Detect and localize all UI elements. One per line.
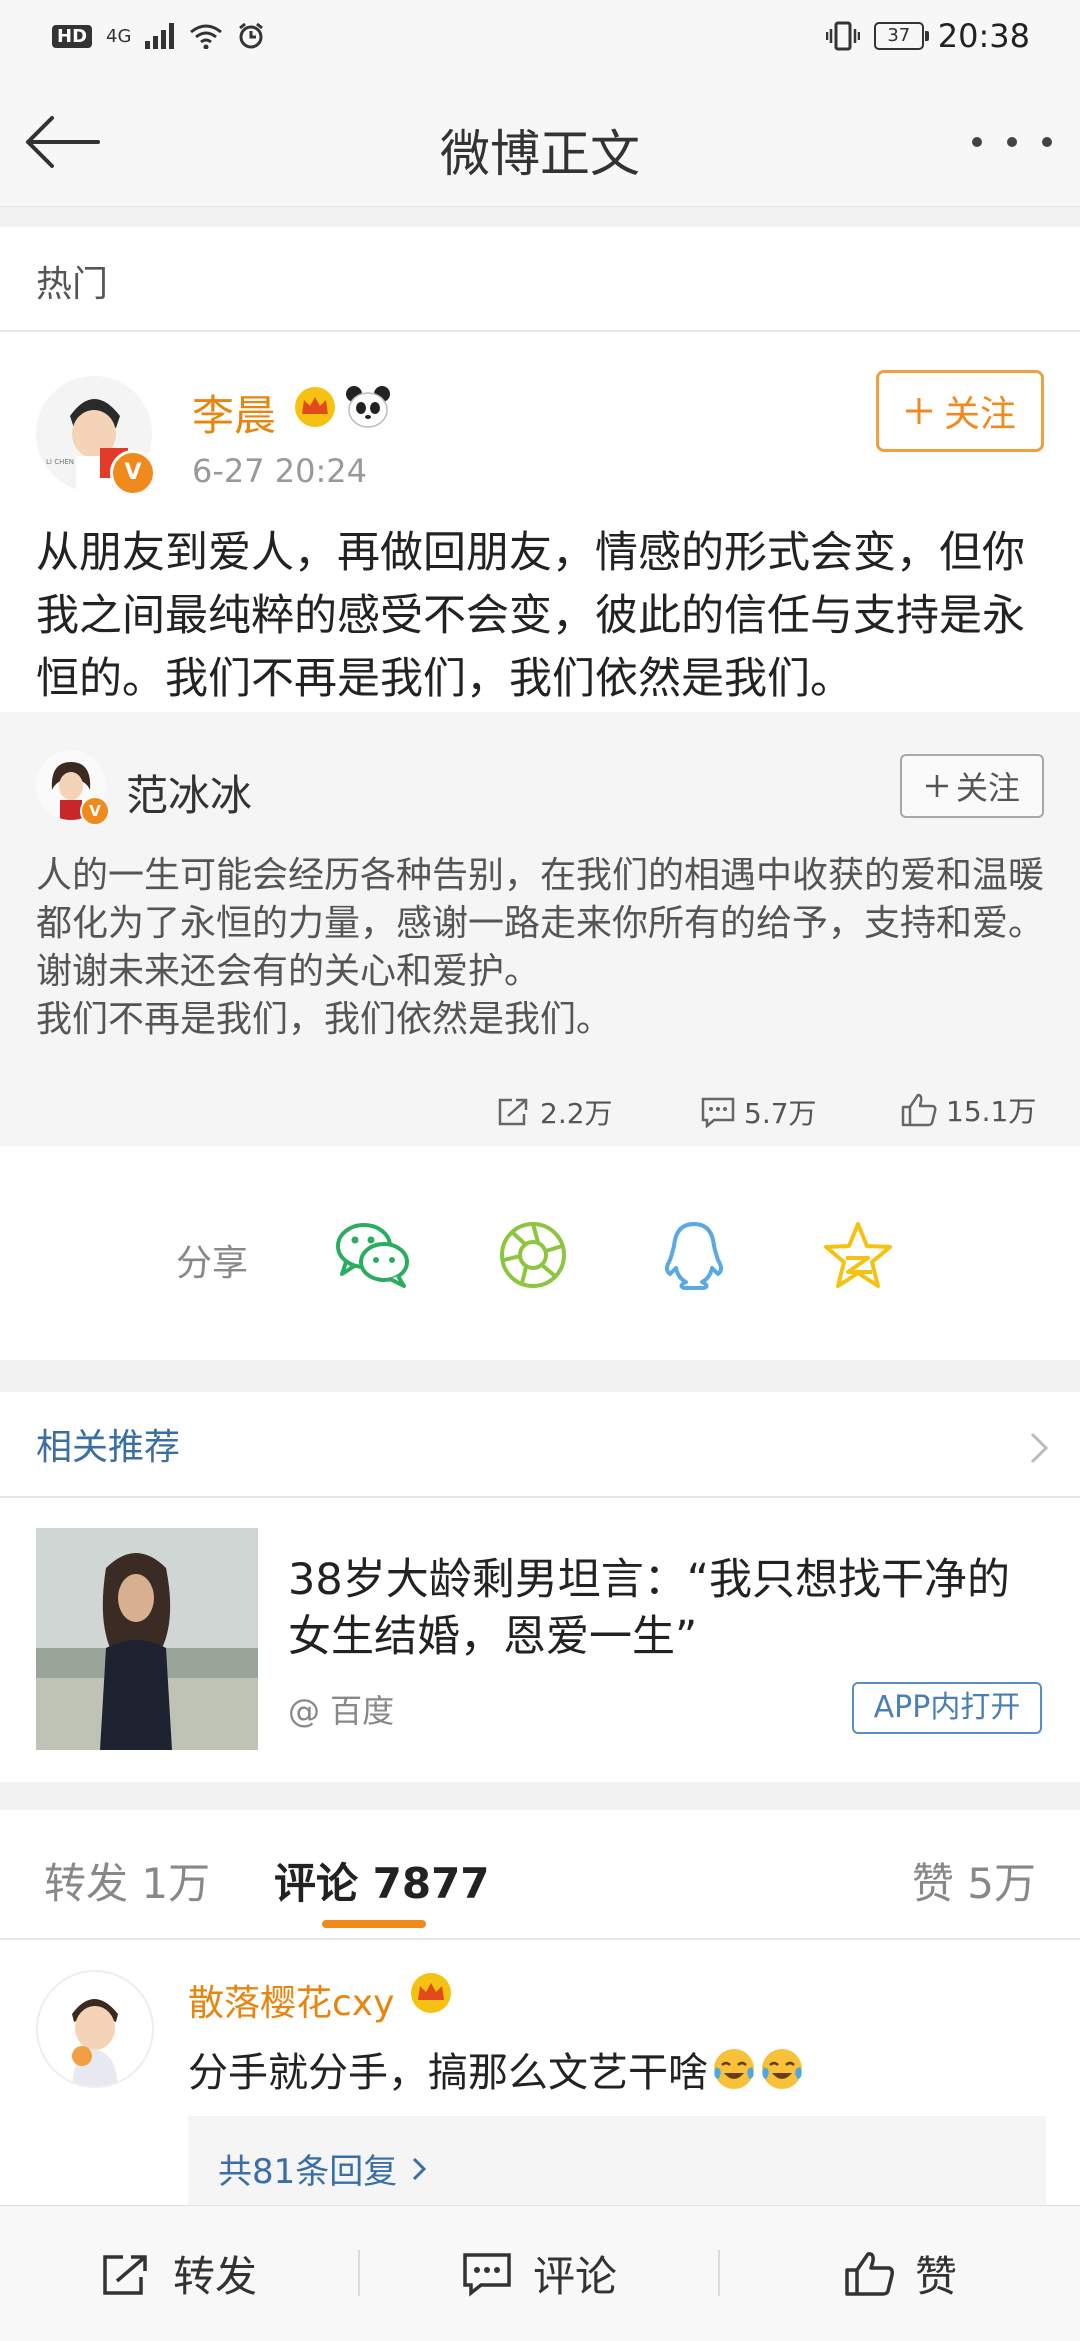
qq-icon[interactable]: [662, 1220, 726, 1292]
section-gap: [0, 1782, 1080, 1810]
comment-count[interactable]: 5.7万: [700, 1092, 817, 1132]
more-options-icon[interactable]: [972, 120, 1052, 164]
panda-icon: [346, 386, 390, 428]
active-tab-indicator: [322, 1920, 426, 1928]
comment-count-label: 5.7万: [744, 1097, 817, 1130]
verified-badge-icon: V: [110, 450, 156, 496]
comment-icon: [463, 2252, 511, 2297]
wechat-icon[interactable]: [334, 1218, 412, 1290]
follow-button[interactable]: 关注: [876, 370, 1044, 452]
like-button[interactable]: 赞: [720, 2206, 1080, 2341]
plus-icon: [925, 775, 948, 797]
author-name[interactable]: 李晨: [192, 382, 276, 443]
open-in-app-button[interactable]: APP内打开: [852, 1682, 1042, 1734]
vibrate-icon: [825, 21, 860, 51]
tab-reposts[interactable]: 转发 1万: [44, 1850, 210, 1911]
crown-icon: [411, 1973, 451, 2013]
news-title[interactable]: 38岁大龄剩男坦言：“我只想找干净的女生结婚，恩爱一生”: [288, 1552, 1046, 1666]
clock: 20:38: [937, 17, 1030, 55]
news-photo: [36, 1528, 258, 1750]
comment-text: 分手就分手，搞那么文艺干啥: [188, 2050, 708, 2096]
back-arrow-icon[interactable]: [22, 112, 102, 172]
comment-label: 评论: [532, 2252, 617, 2301]
repost-count-label: 2.2万: [540, 1097, 613, 1130]
related-recommend-label: 相关推荐: [36, 1427, 181, 1468]
status-right: 37 20:38: [825, 14, 1030, 58]
tab-comments[interactable]: 评论 7877: [274, 1850, 490, 1911]
follow-button-original-author[interactable]: 关注: [900, 754, 1044, 818]
thumbs-up-icon: [901, 1093, 937, 1127]
network-label: 4G: [106, 25, 132, 47]
page-title: 微博正文: [440, 125, 640, 183]
repost-icon: [498, 1098, 528, 1126]
news-thumbnail[interactable]: [36, 1528, 258, 1750]
news-source: @ 百度: [288, 1692, 395, 1730]
divider: [0, 1938, 1080, 1940]
moments-icon[interactable]: [498, 1220, 568, 1290]
verified-badge-icon: V: [80, 796, 110, 826]
battery-icon: 37: [873, 22, 929, 50]
section-gap: [0, 1360, 1080, 1392]
like-count[interactable]: 15.1万: [900, 1090, 1036, 1130]
alarm-icon: [239, 22, 264, 49]
original-author-name[interactable]: 范冰冰: [126, 762, 252, 823]
like-label: 赞: [914, 2252, 957, 2301]
post-time: 6-27 20:24: [192, 452, 368, 490]
divider: [0, 1496, 1080, 1498]
like-count-label: 15.1万: [946, 1095, 1037, 1128]
chevron-right-icon[interactable]: [1028, 1430, 1050, 1466]
section-gap: [0, 207, 1080, 227]
crown-icon: [295, 387, 335, 427]
commenter-name[interactable]: 散落樱花cxy: [188, 1974, 394, 2026]
follow-label: 关注: [943, 394, 1016, 435]
plus-icon: [905, 398, 932, 424]
repost-count[interactable]: 2.2万: [496, 1092, 613, 1132]
bottom-action-bar: 转发 评论 赞: [0, 2205, 1080, 2341]
divider: [0, 330, 1080, 332]
hd-indicator: HD: [52, 24, 93, 48]
comment-icon: [701, 1097, 735, 1128]
signal-icon: [145, 23, 175, 49]
wifi-icon: [190, 24, 223, 49]
view-replies[interactable]: 共81条回复: [188, 2116, 1046, 2212]
tab-likes[interactable]: 赞 5万: [912, 1850, 1036, 1911]
laugh-cry-emoji-icon: [762, 2049, 802, 2089]
share-label: 分享: [176, 1243, 249, 1284]
replies-count-label: 共81条回复: [218, 2152, 398, 2192]
repost-button[interactable]: 转发: [0, 2206, 358, 2341]
avatar-illustration: [38, 1972, 152, 2086]
chevron-right-icon: [413, 2157, 427, 2180]
commenter-avatar[interactable]: [36, 1970, 154, 2088]
comment-button[interactable]: 评论: [360, 2206, 718, 2341]
qzone-icon[interactable]: [822, 1220, 894, 1290]
nav-bar: 微博正文: [0, 72, 1080, 207]
follow-label: 关注: [955, 769, 1020, 807]
laugh-cry-emoji-icon: [714, 2049, 754, 2089]
status-left: HD 4G: [52, 18, 265, 54]
thumbs-up-icon: [845, 2251, 894, 2296]
section-hot-label: 热门: [36, 264, 109, 305]
status-bar: HD 4G 37 20:38: [0, 0, 1080, 72]
repost-label: 转发: [172, 2252, 257, 2301]
avatar-caption: LI CHEN: [46, 458, 74, 466]
post-body: 从朋友到爱人，再做回朋友，情感的形式会变，但你我之间最纯粹的感受不会变，彼此的信…: [36, 528, 1025, 704]
comment-body: 分手就分手，搞那么文艺干啥: [188, 2040, 804, 2098]
reposted-text: 人的一生可能会经历各种告别，在我们的相遇中收获的爱和温暖都化为了永恒的力量，感谢…: [36, 855, 1045, 1040]
repost-icon: [103, 2254, 147, 2295]
